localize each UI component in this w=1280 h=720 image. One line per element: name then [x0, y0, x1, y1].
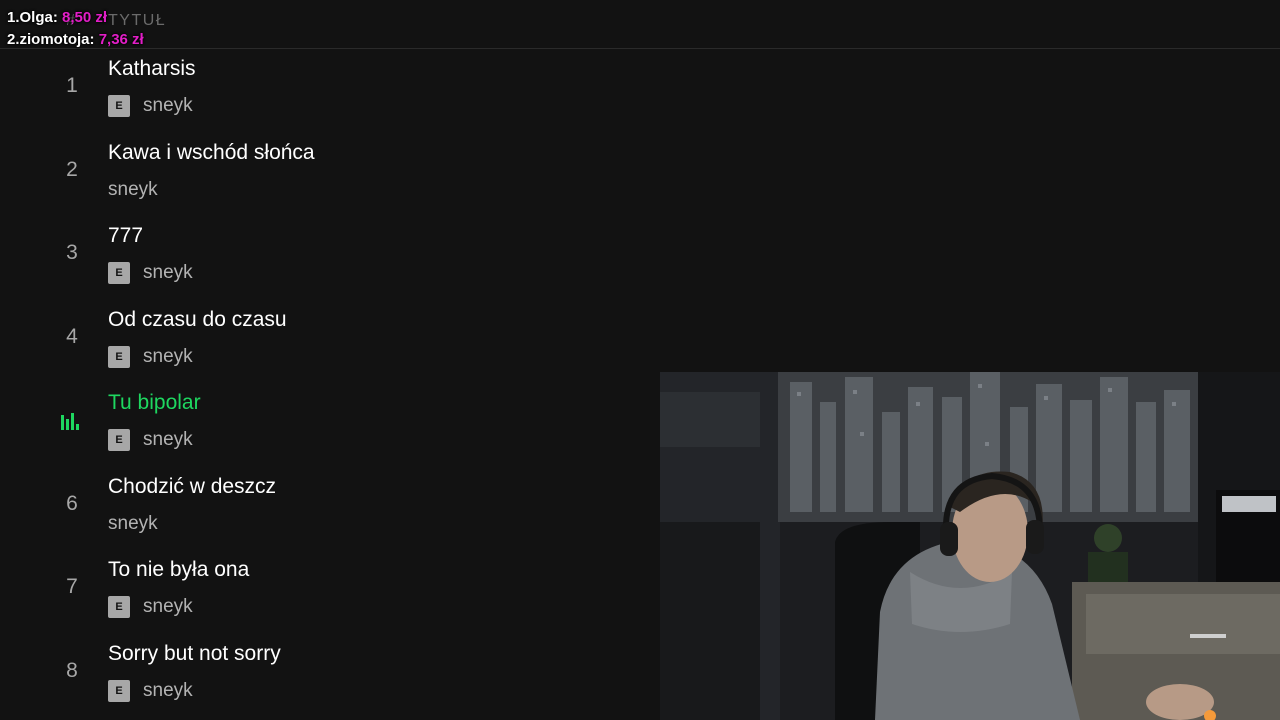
donation-rank: 2. — [7, 31, 20, 48]
donation-amount: 7,36 zł — [98, 31, 144, 48]
donation-entry: 1.Olga: 8,50 zł — [7, 7, 144, 29]
track-row[interactable]: 4 Od czasu do czasu E sneyk — [0, 303, 660, 387]
track-title[interactable]: 777 — [108, 224, 143, 248]
track-artist[interactable]: sneyk — [143, 95, 193, 117]
track-meta: E sneyk — [108, 429, 193, 451]
explicit-badge: E — [108, 345, 130, 368]
donation-name: Olga: — [19, 9, 58, 26]
donation-leaderboard: 1.Olga: 8,50 zł 2.ziomotoja: 7,36 zł — [7, 7, 144, 51]
track-title[interactable]: Tu bipolar — [108, 391, 201, 415]
track-title[interactable]: Katharsis — [108, 57, 196, 81]
track-number: 6 — [66, 491, 78, 515]
track-row[interactable]: 2 Kawa i wschód słońca sneyk — [0, 136, 660, 220]
track-number: 4 — [66, 324, 78, 348]
track-title[interactable]: Od czasu do czasu — [108, 308, 287, 332]
track-artist[interactable]: sneyk — [108, 513, 158, 535]
track-meta: E sneyk — [108, 596, 193, 618]
track-meta: sneyk — [108, 179, 158, 201]
track-artist[interactable]: sneyk — [143, 680, 193, 702]
equalizer-icon — [61, 412, 81, 430]
track-artist[interactable]: sneyk — [143, 346, 193, 368]
explicit-badge: E — [108, 596, 130, 618]
track-number: 2 — [66, 157, 78, 181]
track-artist[interactable]: sneyk — [143, 596, 193, 618]
track-meta: E sneyk — [108, 262, 193, 284]
tracklist-header: # TYTUŁ — [0, 0, 1280, 49]
track-artist[interactable]: sneyk — [143, 429, 193, 451]
donation-amount: 8,50 zł — [62, 9, 108, 26]
track-number: 1 — [66, 74, 78, 97]
track-meta: E sneyk — [108, 679, 193, 702]
stream-scene: # TYTUŁ 1.Olga: 8,50 zł 2.ziomotoja: 7,3… — [0, 0, 1280, 720]
track-number: 8 — [66, 658, 78, 682]
track-row[interactable]: 6 Chodzić w deszcz sneyk — [0, 470, 660, 554]
donation-rank: 1. — [7, 9, 20, 26]
track-row[interactable]: 1 Katharsis E sneyk — [0, 52, 660, 136]
webcam-feed — [660, 372, 1280, 720]
track-title[interactable]: Chodzić w deszcz — [108, 475, 276, 499]
track-meta: E sneyk — [108, 95, 193, 117]
track-artist[interactable]: sneyk — [108, 179, 158, 201]
donation-name: ziomotoja: — [19, 31, 95, 48]
webcam-scene-image — [660, 372, 1280, 720]
track-row[interactable]: 3 777 E sneyk — [0, 219, 660, 303]
track-row-now-playing[interactable]: Tu bipolar E sneyk — [0, 386, 660, 470]
track-list: 1 Katharsis E sneyk 2 Kawa i wschód słoń… — [0, 52, 660, 720]
explicit-badge: E — [108, 679, 130, 702]
explicit-badge: E — [108, 262, 130, 284]
track-number: 7 — [66, 575, 78, 598]
track-title[interactable]: Kawa i wschód słońca — [108, 141, 315, 165]
track-row[interactable]: 7 To nie była ona E sneyk — [0, 553, 660, 637]
track-artist[interactable]: sneyk — [143, 262, 193, 284]
track-meta: sneyk — [108, 513, 158, 535]
track-title[interactable]: Sorry but not sorry — [108, 642, 281, 666]
explicit-badge: E — [108, 429, 130, 451]
track-number: 3 — [66, 241, 78, 264]
track-title[interactable]: To nie była ona — [108, 558, 249, 582]
track-row[interactable]: 8 Sorry but not sorry E sneyk — [0, 637, 660, 720]
donation-entry: 2.ziomotoja: 7,36 zł — [7, 29, 144, 51]
track-meta: E sneyk — [108, 345, 193, 368]
explicit-badge: E — [108, 95, 130, 117]
